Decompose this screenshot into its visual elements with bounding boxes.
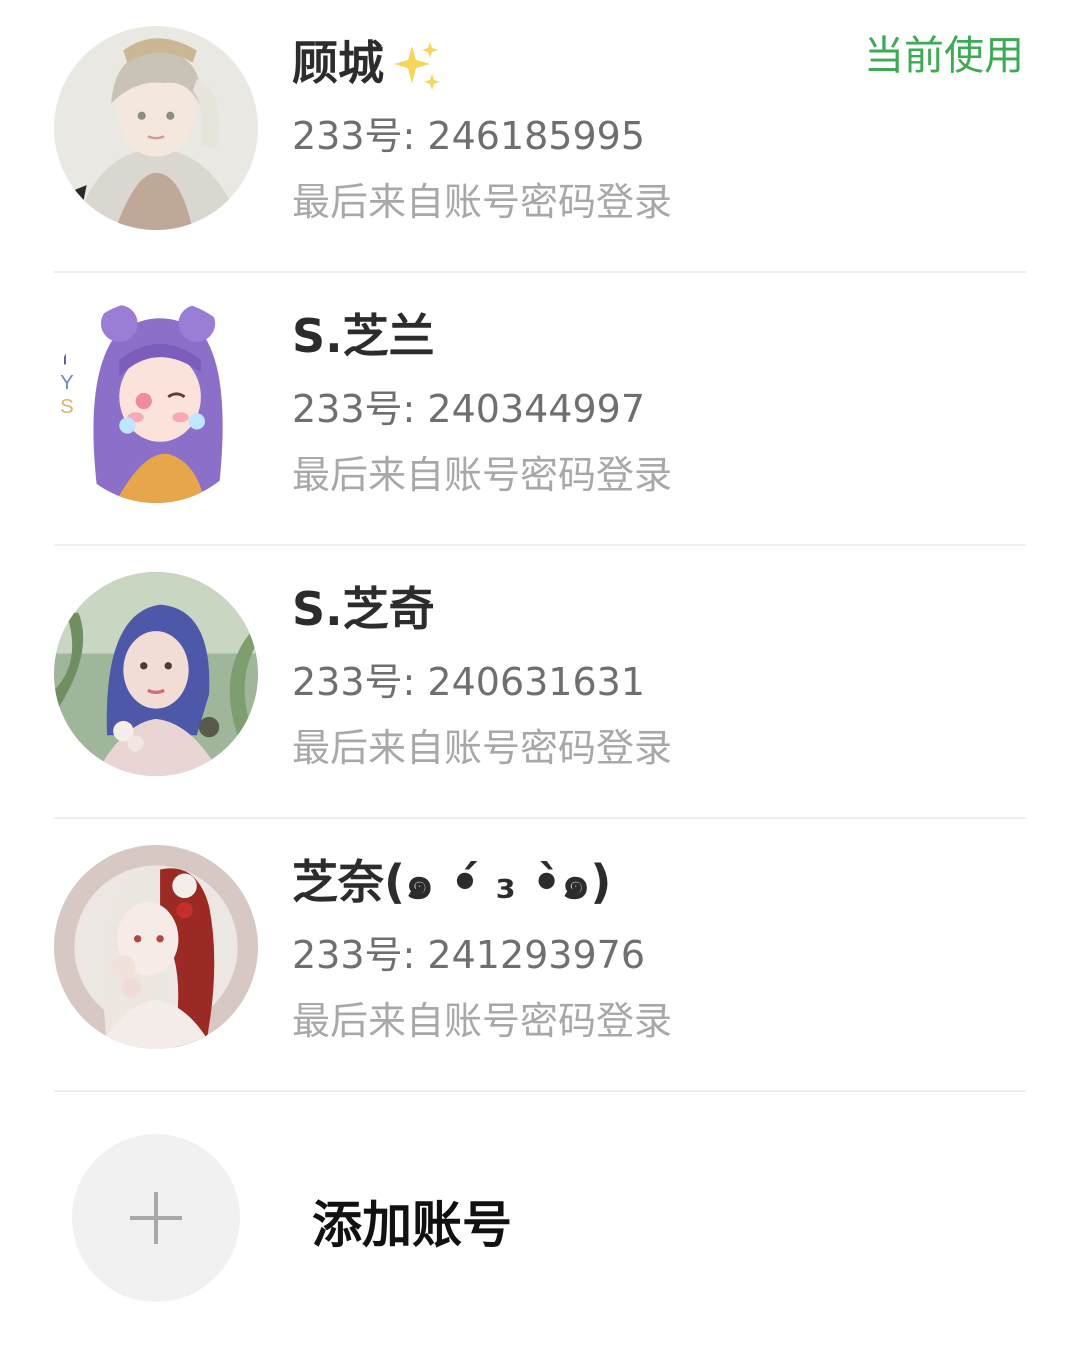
account-id: 233号: 240631631	[292, 660, 646, 704]
last-login-method: 最后来自账号密码登录	[292, 726, 673, 770]
account-name: 芝奈(๑ •́ ₃ •̀๑)	[292, 855, 612, 909]
account-id: 233号: 240344997	[292, 387, 646, 431]
current-use-badge: 当前使用	[864, 33, 1024, 79]
add-account-button[interactable]: 添加账号	[0, 1110, 1080, 1330]
avatar-image-2: I Y S	[54, 299, 258, 503]
account-name-text: 顾城	[292, 36, 384, 90]
last-login-method: 最后来自账号密码登录	[292, 453, 673, 497]
account-item-3[interactable]: S.芝奇 233号: 240631631 最后来自账号密码登录	[0, 546, 1080, 819]
account-name: S.芝奇	[292, 582, 435, 636]
account-switch-page: 顾城 233号: 246185995 最后来自账号密码登录 当前使用 I Y S…	[0, 0, 1080, 1354]
account-name: S.芝兰	[292, 309, 435, 363]
divider	[54, 1090, 1026, 1092]
account-item-2[interactable]: I Y S S.芝兰 233号: 240344997 最后来自账号密码登录	[0, 273, 1080, 546]
avatar	[54, 26, 258, 230]
sparkle-icon	[394, 41, 440, 90]
add-account-circle[interactable]	[72, 1134, 240, 1302]
avatar-image-3	[54, 572, 258, 776]
svg-text:I: I	[62, 347, 68, 369]
add-account-label: 添加账号	[312, 1196, 512, 1254]
plus-icon	[130, 1192, 182, 1244]
account-item-1[interactable]: 顾城 233号: 246185995 最后来自账号密码登录 当前使用	[0, 0, 1080, 273]
account-id: 233号: 246185995	[292, 114, 646, 158]
svg-text:S: S	[60, 396, 74, 418]
avatar	[54, 845, 258, 1049]
avatar-image-4	[54, 845, 258, 1049]
account-name: 顾城	[292, 34, 444, 94]
last-login-method: 最后来自账号密码登录	[292, 999, 673, 1043]
avatar	[54, 572, 258, 776]
avatar-image-1	[54, 26, 258, 230]
last-login-method: 最后来自账号密码登录	[292, 180, 673, 224]
account-item-4[interactable]: 芝奈(๑ •́ ₃ •̀๑) 233号: 241293976 最后来自账号密码登…	[0, 819, 1080, 1092]
account-id: 233号: 241293976	[292, 933, 646, 977]
svg-text:Y: Y	[60, 372, 74, 394]
avatar: I Y S	[54, 299, 258, 503]
